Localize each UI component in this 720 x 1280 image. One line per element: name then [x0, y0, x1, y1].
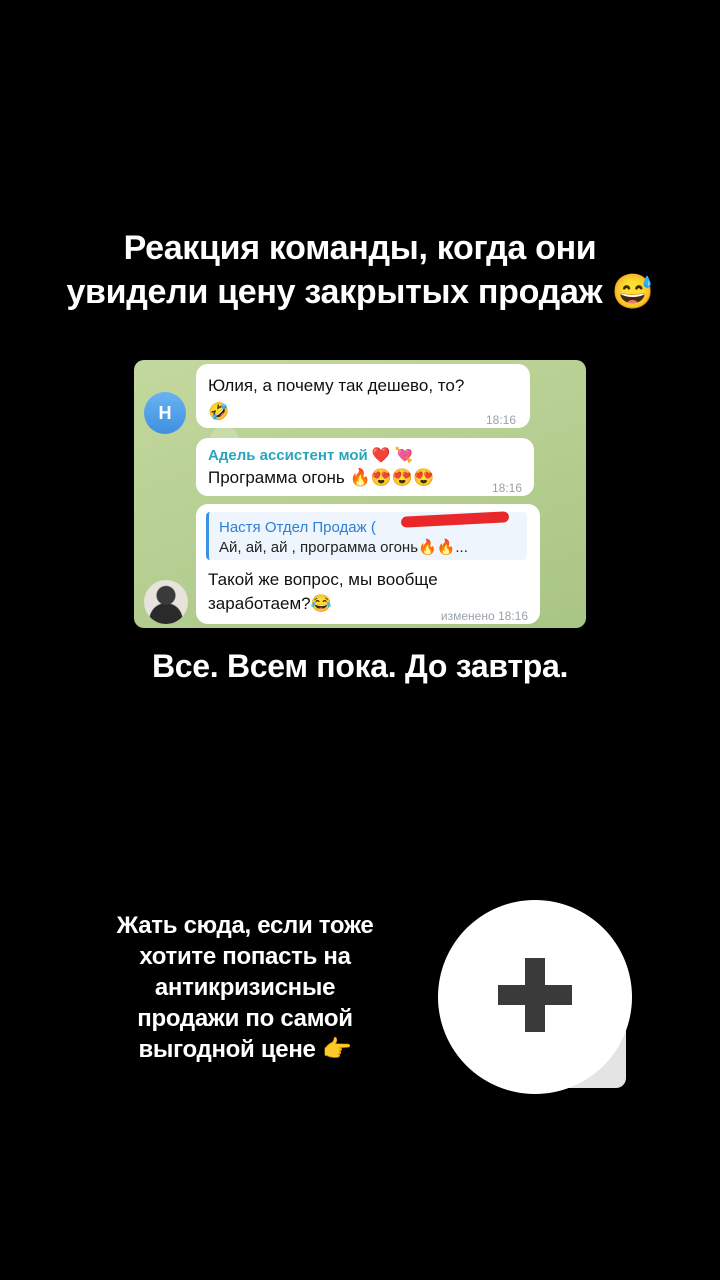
- add-button[interactable]: [436, 900, 636, 1100]
- message-3-text-line-2: заработаем?😂: [208, 594, 332, 613]
- avatar-photo: [144, 580, 188, 624]
- message-2-time: 18:16: [491, 481, 522, 495]
- message-2-text: Программа огонь 🔥😍😍😍: [208, 468, 435, 487]
- message-1-time: 18:16: [485, 413, 516, 427]
- story-headline: Реакция команды, когда они увидели цену …: [20, 226, 700, 314]
- cta-line-5: выгодной цене 👉: [138, 1036, 352, 1063]
- message-2-sender: Адель ассистент мой ❤️ 💘: [208, 447, 414, 464]
- headline-line-2: увидели цену закрытых продаж 😅: [66, 273, 654, 311]
- cta-line-1: Жать сюда, если тоже: [116, 912, 374, 939]
- chat-screenshot: Н Юлия, а почему так дешево, то? 🤣 18:16…: [134, 360, 586, 628]
- chat-message-2: Адель ассистент мой ❤️ 💘 Программа огонь…: [196, 438, 534, 496]
- reply-text: Ай, ай, ай , программа огонь🔥🔥...: [219, 539, 468, 556]
- message-3-time: изменено 18:16: [440, 609, 528, 623]
- cta-text: Жать сюда, если тоже хотите попасть на а…: [80, 910, 410, 1065]
- plus-button-circle[interactable]: [438, 900, 632, 1094]
- cta-line-4: продажи по самой: [137, 1005, 353, 1032]
- message-3-text-line-1: Такой же вопрос, мы вообще: [208, 570, 438, 589]
- avatar-h: Н: [144, 392, 186, 434]
- cta-line-3: антикризисные: [154, 974, 336, 1001]
- cta-line-2: хотите попасть на: [139, 943, 351, 970]
- headline-line-1: Реакция команды, когда они: [123, 229, 597, 267]
- chat-message-1: Юлия, а почему так дешево, то? 🤣 18:16: [196, 364, 530, 428]
- message-1-text-line-1: Юлия, а почему так дешево, то?: [208, 376, 465, 395]
- chat-message-3: Настя Отдел Продаж ( Ай, ай, ай , програ…: [196, 504, 540, 624]
- story-tagline: Все. Всем пока. До завтра.: [151, 648, 569, 684]
- message-1-text-line-2: 🤣: [208, 402, 230, 421]
